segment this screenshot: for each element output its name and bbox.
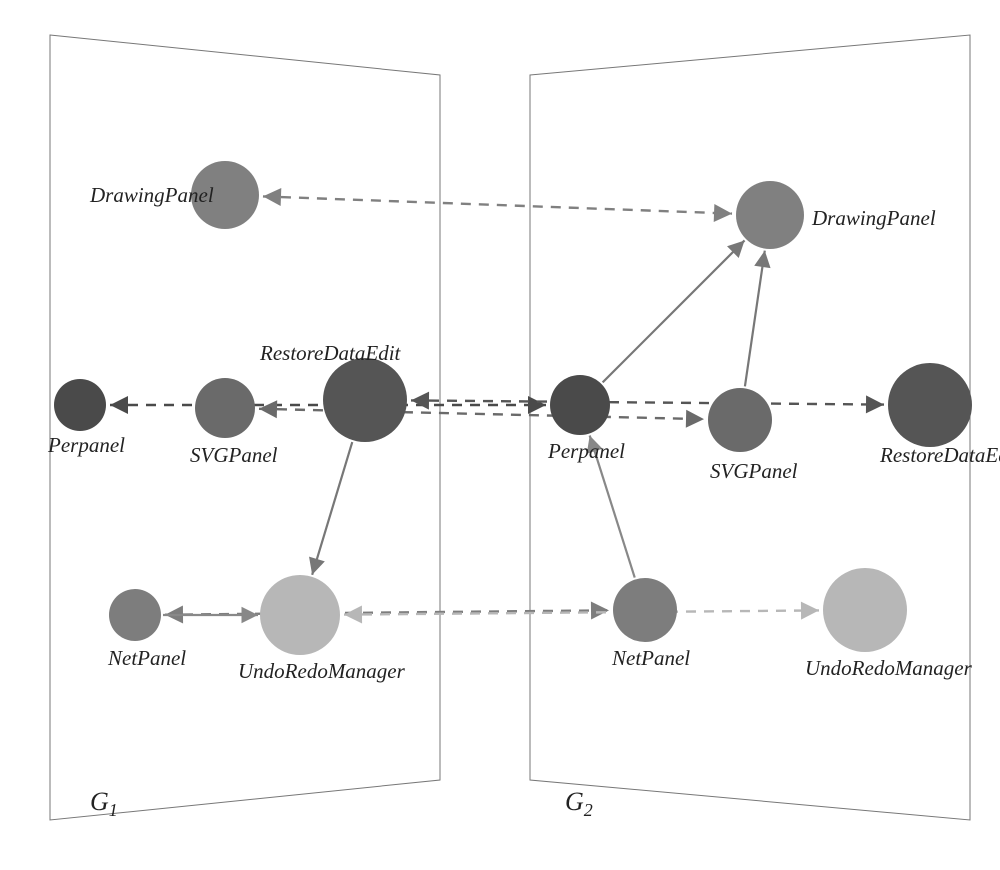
node-g2-Perpanel xyxy=(550,375,610,435)
node-label-g1-RestoreDataEdit: RestoreDataEdit xyxy=(259,341,402,365)
node-label-g1-DrawingPanel: DrawingPanel xyxy=(89,183,214,207)
node-label-g1-UndoRedoManager: UndoRedoManager xyxy=(238,659,406,683)
node-g2-NetPanel xyxy=(613,578,677,642)
node-label-g1-NetPanel: NetPanel xyxy=(107,646,186,670)
node-label-g2-Perpanel: Perpanel xyxy=(547,439,625,463)
node-g2-RestoreDataEdit xyxy=(888,363,972,447)
node-label-g2-SVGPanel: SVGPanel xyxy=(710,459,798,483)
node-g1-NetPanel xyxy=(109,589,161,641)
node-g1-UndoRedoManager xyxy=(260,575,340,655)
node-g1-Perpanel xyxy=(54,379,106,431)
node-g2-DrawingPanel xyxy=(736,181,804,249)
node-label-g2-NetPanel: NetPanel xyxy=(611,646,690,670)
node-label-g2-DrawingPanel: DrawingPanel xyxy=(811,206,936,230)
node-label-g1-SVGPanel: SVGPanel xyxy=(190,443,278,467)
node-g1-RestoreDataEdit xyxy=(323,358,407,442)
node-label-g2-UndoRedoManager: UndoRedoManager xyxy=(805,656,973,680)
node-g2-SVGPanel xyxy=(708,388,772,452)
diagram-canvas: DrawingPanel Perpanel SVGPanel RestoreDataE… xyxy=(0,0,1000,870)
group-g2-caption: G2 xyxy=(565,787,593,820)
node-g2-UndoRedoManager xyxy=(823,568,907,652)
node-label-g2-RestoreDataEdit: RestoreDataEdit xyxy=(879,443,1000,467)
node-label-g1-Perpanel: Perpanel xyxy=(47,433,125,457)
node-g1-SVGPanel xyxy=(195,378,255,438)
